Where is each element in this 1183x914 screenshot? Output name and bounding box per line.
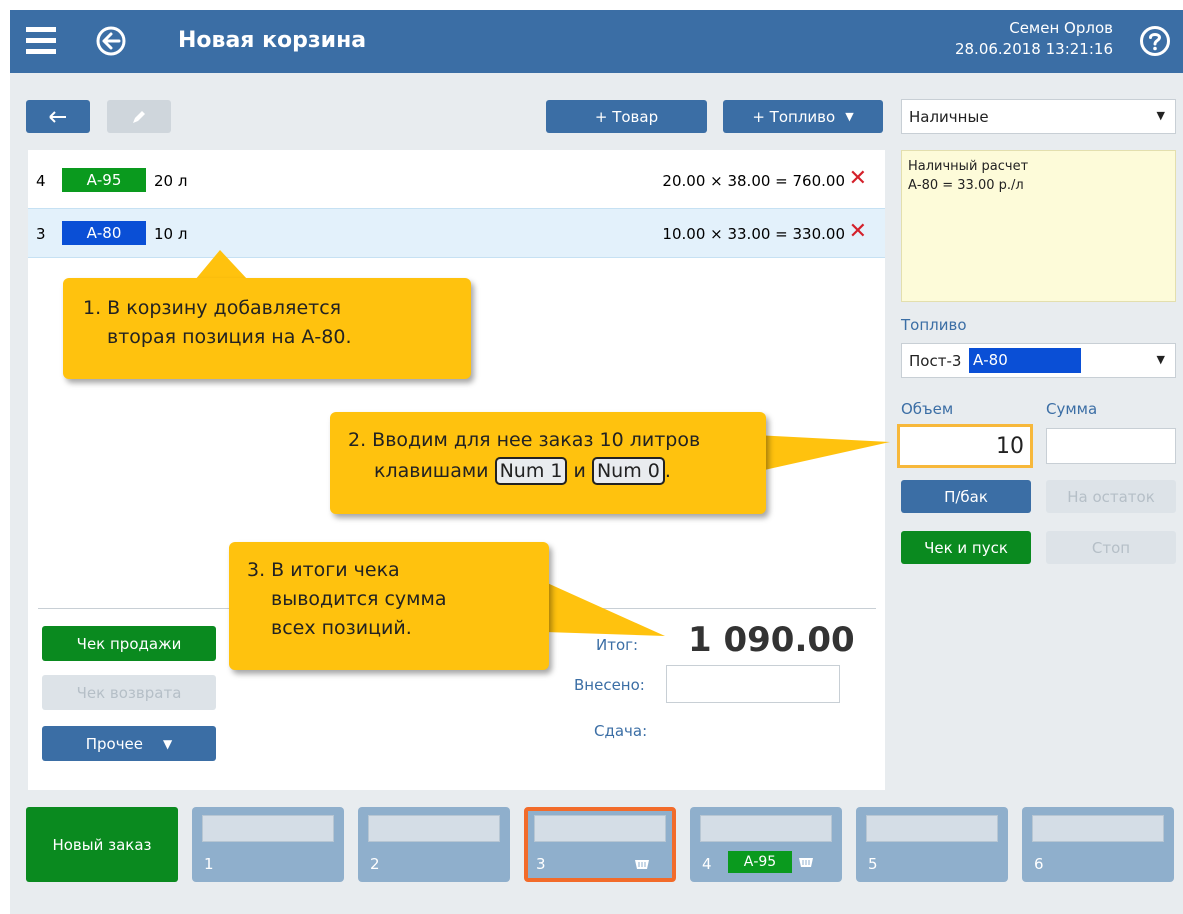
pencil-icon: [133, 110, 145, 123]
row-number: 3: [36, 225, 46, 243]
fuel-tag: А-80: [62, 221, 146, 245]
sum-input[interactable]: [1046, 428, 1176, 464]
volume-value: 10: [996, 434, 1024, 459]
order-tab-5[interactable]: 5: [856, 807, 1008, 882]
callout-text: .: [664, 460, 671, 482]
callout-text: 3. В итоги чека: [247, 559, 400, 581]
paid-label: Внесено:: [574, 676, 645, 694]
menu-icon[interactable]: [26, 27, 56, 55]
fuel-pump-select[interactable]: Пост-3 А-80 ▼: [901, 343, 1176, 378]
tab-number: 1: [204, 855, 214, 873]
callout-text: всех позиций.: [271, 617, 412, 639]
new-order-button[interactable]: Новый заказ: [26, 807, 178, 882]
change-label: Сдача:: [594, 722, 648, 740]
help-icon[interactable]: [1139, 25, 1171, 57]
order-tab-6[interactable]: 6: [1022, 807, 1174, 882]
payment-note: Наличный расчет А-80 = 33.00 р./л: [901, 150, 1176, 302]
order-tab-4[interactable]: 4 А-95: [690, 807, 842, 882]
callout-text-keys: клавишами Num 1 и Num 0.: [348, 457, 766, 486]
tab-number: 4: [702, 855, 712, 873]
chevron-down-icon: ▼: [1156, 109, 1165, 122]
payment-method-value: Наличные: [909, 108, 989, 126]
tab-bar: [866, 815, 998, 842]
check-start-button[interactable]: Чек и пуск: [901, 531, 1031, 564]
callout-text: 1. В корзину добавляется: [83, 297, 342, 319]
callout-3: 3. В итоги чека выводится сумма всех поз…: [229, 542, 549, 670]
app-window: Новая корзина Семен Орлов 28.06.2018 13:…: [10, 10, 1183, 914]
tab-number: 3: [536, 855, 546, 873]
back-button[interactable]: [26, 100, 90, 133]
fuel-label: Топливо: [901, 316, 967, 334]
note-line: Наличный расчет: [908, 159, 1029, 174]
user-info: Семен Орлов 28.06.2018 13:21:16: [955, 18, 1113, 60]
arrow-left-icon: [49, 110, 66, 123]
payment-method-select[interactable]: Наличные ▼: [901, 99, 1176, 134]
other-button[interactable]: Прочее ▼: [42, 726, 216, 761]
fuel-tag: А-95: [728, 851, 792, 873]
tab-bar: [368, 815, 500, 842]
sum-label: Сумма: [1046, 400, 1098, 418]
callout-text: выводится сумма: [271, 588, 447, 610]
total-value: 1 090.00: [688, 620, 855, 660]
order-tab-3[interactable]: 3: [524, 807, 676, 882]
callout-text: 2. Вводим для нее заказ 10 литров: [348, 429, 701, 451]
add-fuel-label: + Топливо: [752, 107, 836, 126]
add-goods-button[interactable]: + Товар: [546, 100, 707, 133]
row-volume: 20 л: [154, 172, 188, 190]
fuel-grade-tag: А-80: [969, 348, 1081, 373]
callout-2: 2. Вводим для нее заказ 10 литров клавиш…: [330, 412, 766, 514]
paid-input[interactable]: [666, 665, 840, 703]
row-number: 4: [36, 172, 46, 190]
remainder-button[interactable]: На остаток: [1046, 480, 1176, 513]
total-label: Итог:: [596, 636, 639, 654]
volume-label: Объем: [901, 400, 954, 418]
cart-row[interactable]: 4 А-95 20 л 20.00 × 38.00 = 760.00 ✕: [28, 156, 885, 206]
stop-button[interactable]: Стоп: [1046, 531, 1176, 564]
chevron-down-icon: ▼: [845, 110, 854, 123]
delete-icon[interactable]: ✕: [849, 166, 867, 191]
pump-name: Пост-3: [909, 352, 962, 370]
other-label: Прочее: [85, 734, 144, 753]
tab-number: 5: [868, 855, 878, 873]
datetime: 28.06.2018 13:21:16: [954, 40, 1113, 58]
return-receipt-button[interactable]: Чек возврата: [42, 675, 216, 710]
tab-bar: [202, 815, 334, 842]
volume-input[interactable]: 10: [897, 424, 1033, 468]
row-volume: 10 л: [154, 225, 188, 243]
order-tab-2[interactable]: 2: [358, 807, 510, 882]
callout-text: и: [573, 460, 586, 482]
callout-1: 1. В корзину добавляется вторая позиция …: [63, 278, 471, 379]
page-title: Новая корзина: [178, 28, 367, 53]
key-num1: Num 1: [494, 457, 568, 485]
tab-number: 6: [1034, 855, 1044, 873]
full-tank-button[interactable]: П/бак: [901, 480, 1031, 513]
row-calc: 20.00 × 38.00 = 760.00: [662, 172, 845, 190]
callout-text: клавишами: [374, 460, 489, 482]
add-fuel-button[interactable]: + Топливо ▼: [723, 100, 883, 133]
chevron-down-icon: ▼: [163, 736, 173, 751]
sale-receipt-button[interactable]: Чек продажи: [42, 626, 216, 661]
chevron-down-icon: ▼: [1156, 353, 1165, 366]
tab-bar: [700, 815, 832, 842]
back-arrow-icon[interactable]: [96, 26, 126, 56]
order-tab-1[interactable]: 1: [192, 807, 344, 882]
basket-icon: [635, 860, 649, 869]
tab-bar: [534, 815, 666, 842]
user-name: Семен Орлов: [1009, 19, 1113, 37]
header: Новая корзина Семен Орлов 28.06.2018 13:…: [10, 10, 1183, 73]
note-line: А-80 = 33.00 р./л: [908, 178, 1024, 193]
cart-row[interactable]: 3 А-80 10 л 10.00 × 33.00 = 330.00 ✕: [28, 208, 885, 258]
row-calc: 10.00 × 33.00 = 330.00: [662, 225, 845, 243]
basket-icon: [799, 858, 813, 867]
tab-number: 2: [370, 855, 380, 873]
fuel-tag: А-95: [62, 168, 146, 192]
key-num0: Num 0: [591, 457, 665, 485]
edit-button[interactable]: [107, 100, 171, 133]
delete-icon[interactable]: ✕: [849, 219, 867, 244]
tab-bar: [1032, 815, 1164, 842]
callout-text: вторая позиция на А-80.: [107, 326, 352, 348]
